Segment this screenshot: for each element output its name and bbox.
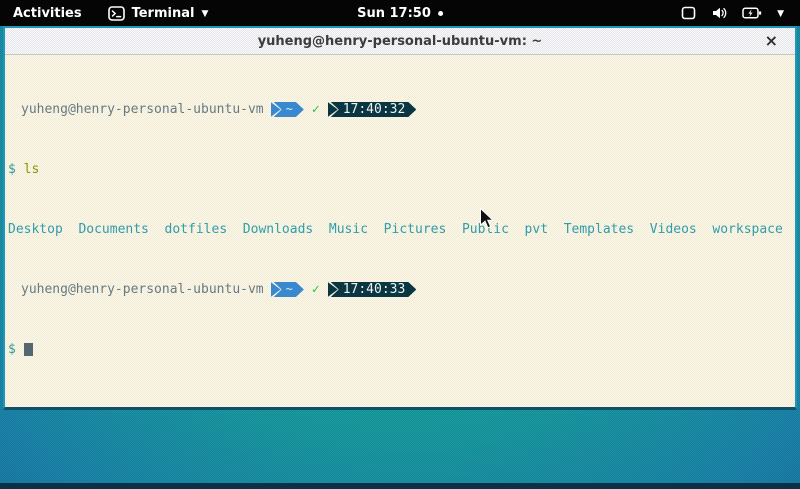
display-icon bbox=[681, 6, 696, 20]
window-titlebar[interactable]: yuheng@henry-personal-ubuntu-vm: ~ × bbox=[5, 28, 795, 55]
status-check-icon: ✓ bbox=[312, 102, 320, 117]
prompt-username: yuheng@henry-personal-ubuntu-vm bbox=[21, 282, 264, 297]
battery-charging-icon bbox=[742, 6, 762, 20]
clock-menu[interactable]: Sun 17:50 bbox=[357, 0, 443, 26]
terminal-window: yuheng@henry-personal-ubuntu-vm: ~ × yuh… bbox=[3, 26, 797, 410]
command-line-current[interactable]: $ bbox=[8, 342, 795, 357]
terminal-app-icon bbox=[108, 6, 125, 21]
prompt-username: yuheng@henry-personal-ubuntu-vm bbox=[21, 102, 264, 117]
chevron-down-icon: ▼ bbox=[777, 10, 784, 19]
system-menu[interactable]: ▼ bbox=[665, 0, 800, 26]
desktop: Activities Terminal ▼ Sun 17:50 bbox=[0, 0, 800, 489]
prompt-path: ~ bbox=[286, 102, 293, 117]
clock-label: Sun 17:50 bbox=[357, 6, 431, 21]
command-line: $ ls bbox=[8, 162, 795, 177]
shell-prompt-symbol: $ bbox=[8, 342, 16, 357]
prompt-line: yuheng@henry-personal-ubuntu-vm ~ ✓ 17:4… bbox=[8, 102, 795, 117]
top-bar: Activities Terminal ▼ Sun 17:50 bbox=[0, 0, 800, 26]
prompt-time-segment: 17:40:32 bbox=[328, 102, 417, 117]
prompt-timestamp: 17:40:32 bbox=[343, 102, 406, 117]
prompt-line: yuheng@henry-personal-ubuntu-vm ~ ✓ 17:4… bbox=[8, 282, 795, 297]
volume-icon bbox=[711, 5, 727, 21]
shell-prompt-symbol: $ bbox=[8, 162, 16, 177]
prompt-path: ~ bbox=[286, 282, 293, 297]
prompt-path-segment: ~ bbox=[271, 282, 304, 297]
window-title: yuheng@henry-personal-ubuntu-vm: ~ bbox=[258, 34, 543, 49]
status-check-icon: ✓ bbox=[312, 282, 320, 297]
notification-dot-icon bbox=[438, 11, 443, 16]
prompt-time-segment: 17:40:33 bbox=[328, 282, 417, 297]
chevron-down-icon: ▼ bbox=[201, 10, 208, 19]
ls-output: Desktop Documents dotfiles Downloads Mus… bbox=[8, 222, 795, 237]
terminal-content[interactable]: yuheng@henry-personal-ubuntu-vm ~ ✓ 17:4… bbox=[5, 55, 795, 407]
app-menu-label: Terminal bbox=[132, 6, 195, 21]
close-icon[interactable]: × bbox=[765, 33, 778, 49]
prompt-path-segment: ~ bbox=[271, 102, 304, 117]
typed-command: ls bbox=[24, 162, 40, 177]
prompt-timestamp: 17:40:33 bbox=[343, 282, 406, 297]
activities-button[interactable]: Activities bbox=[0, 0, 95, 26]
text-cursor bbox=[24, 343, 33, 356]
desktop-bottom-edge bbox=[0, 483, 800, 489]
app-menu[interactable]: Terminal ▼ bbox=[95, 0, 222, 26]
